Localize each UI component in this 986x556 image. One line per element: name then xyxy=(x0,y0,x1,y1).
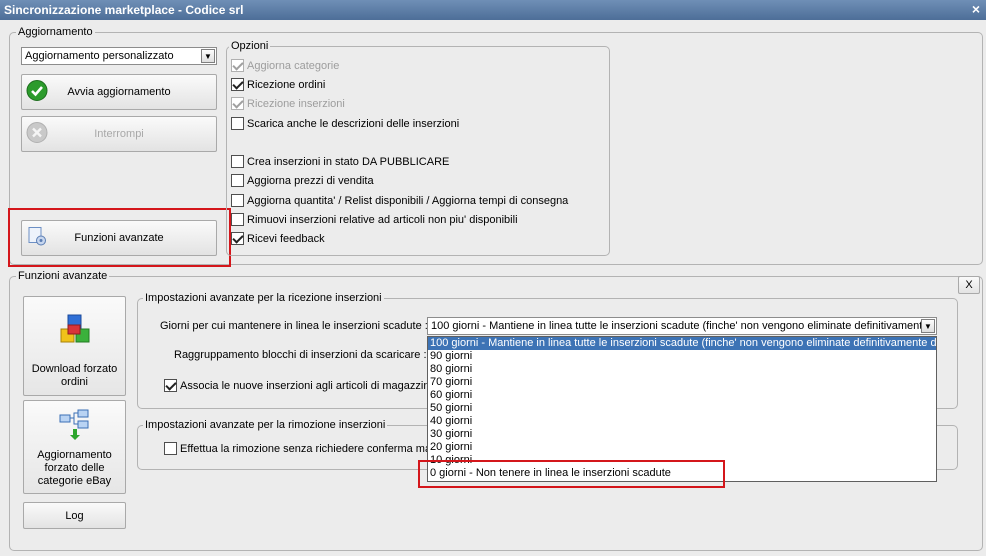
update-categories-label: Aggiornamento forzato delle categorie eB… xyxy=(37,449,112,487)
checkbox[interactable] xyxy=(231,232,244,245)
update-categories-button[interactable]: Aggiornamento forzato delle categorie eB… xyxy=(23,400,126,494)
ricezione-inserzioni-group-label: Impostazioni avanzate per la ricezione i… xyxy=(143,292,384,304)
funzioni-avanzate-group-label: Funzioni avanzate xyxy=(16,270,110,282)
checkbox[interactable] xyxy=(231,59,244,72)
grouping-label: Raggruppamento blocchi di inserzioni da … xyxy=(174,349,427,361)
download-orders-label: Download forzato ordini xyxy=(31,363,118,388)
option-aggiorna-quantita[interactable]: Aggiorna quantita' / Relist disponibili … xyxy=(231,194,568,207)
dropdown-option[interactable]: 40 giorni xyxy=(428,415,936,428)
option-rimuovi-inserzioni[interactable]: Rimuovi inserzioni relative ad articoli … xyxy=(231,213,518,226)
days-select[interactable]: 100 giorni - Mantiene in linea tutte le … xyxy=(427,317,937,335)
remove-without-confirm-option[interactable]: Effettua la rimozione senza richiedere c… xyxy=(164,442,431,455)
download-orders-button[interactable]: Download forzato ordini xyxy=(23,296,126,396)
associate-articles-option[interactable]: Associa le nuove inserzioni agli articol… xyxy=(164,379,444,392)
start-update-button[interactable]: Avvia aggiornamento xyxy=(21,74,217,110)
opzioni-group-label: Opzioni xyxy=(229,40,271,52)
option-scarica-descrizioni[interactable]: Scarica anche le descrizioni delle inser… xyxy=(231,117,459,130)
dropdown-option[interactable]: 100 giorni - Mantiene in linea tutte le … xyxy=(428,337,936,350)
checkbox[interactable] xyxy=(164,442,177,455)
option-ricezione-ordini[interactable]: Ricezione ordini xyxy=(231,78,325,91)
check-circle-icon xyxy=(26,80,48,105)
highlight-zero-days-option xyxy=(418,460,725,488)
checkbox[interactable] xyxy=(231,155,244,168)
dropdown-option[interactable]: 20 giorni xyxy=(428,441,936,454)
option-ricevi-feedback[interactable]: Ricevi feedback xyxy=(231,232,325,245)
option-aggiorna-prezzi[interactable]: Aggiorna prezzi di vendita xyxy=(231,174,374,187)
dropdown-option[interactable]: 30 giorni xyxy=(428,428,936,441)
window-titlebar: Sincronizzazione marketplace - Codice sr… xyxy=(0,0,986,20)
update-mode-select[interactable]: Aggiornamento personalizzato ▼ xyxy=(21,47,217,65)
checkbox[interactable] xyxy=(231,117,244,130)
close-advanced-button[interactable]: X xyxy=(958,276,980,294)
update-mode-value: Aggiornamento personalizzato xyxy=(25,50,174,62)
checkbox[interactable] xyxy=(231,78,244,91)
dropdown-option[interactable]: 70 giorni xyxy=(428,376,936,389)
option-crea-da-pubblicare[interactable]: Crea inserzioni in stato DA PUBBLICARE xyxy=(231,155,449,168)
highlight-advanced-button xyxy=(8,208,231,267)
start-update-label: Avvia aggiornamento xyxy=(67,86,171,98)
chevron-down-icon[interactable]: ▼ xyxy=(921,319,935,333)
option-ricezione-inserzioni[interactable]: Ricezione inserzioni xyxy=(231,97,345,110)
checkbox[interactable] xyxy=(231,97,244,110)
dropdown-option[interactable]: 90 giorni xyxy=(428,350,936,363)
checkbox[interactable] xyxy=(231,213,244,226)
stop-button[interactable]: Interrompi xyxy=(21,116,217,152)
checkbox[interactable] xyxy=(164,379,177,392)
days-value: 100 giorni - Mantiene in linea tutte le … xyxy=(431,320,929,332)
checkbox[interactable] xyxy=(231,194,244,207)
log-button[interactable]: Log xyxy=(23,502,126,529)
rimozione-inserzioni-group-label: Impostazioni avanzate per la rimozione i… xyxy=(143,419,388,431)
dropdown-option[interactable]: 60 giorni xyxy=(428,389,936,402)
aggiornamento-group-label: Aggiornamento xyxy=(16,26,95,38)
window-close-button[interactable]: × xyxy=(972,1,980,17)
stop-label: Interrompi xyxy=(94,128,144,140)
tree-arrow-icon xyxy=(58,409,92,441)
days-label: Giorni per cui mantenere in linea le ins… xyxy=(160,320,428,332)
chevron-down-icon[interactable]: ▼ xyxy=(201,49,215,63)
dropdown-option[interactable]: 80 giorni xyxy=(428,363,936,376)
checkbox[interactable] xyxy=(231,174,244,187)
dropdown-option[interactable]: 50 giorni xyxy=(428,402,936,415)
option-aggiorna-categorie[interactable]: Aggiorna categorie xyxy=(231,59,339,72)
stop-icon xyxy=(26,122,48,147)
cubes-icon xyxy=(58,313,92,347)
window-title: Sincronizzazione marketplace - Codice sr… xyxy=(4,3,244,17)
